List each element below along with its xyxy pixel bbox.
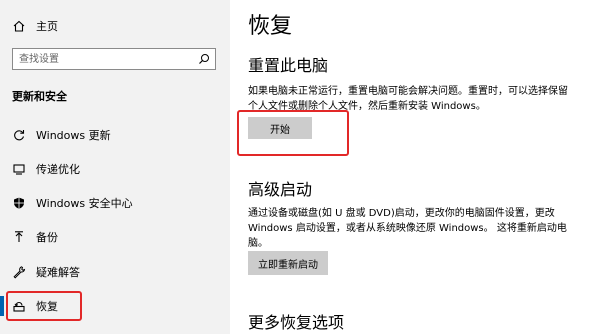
more-recovery-heading: 更多恢复选项 <box>248 313 345 332</box>
restart-now-button[interactable]: 立即重新启动 <box>248 251 328 275</box>
sidebar-item-windows-update[interactable]: Windows 更新 <box>0 121 230 149</box>
reset-desc-line1: 如果电脑未正常运行，重置电脑可能会解决问题。重置时，可以选择保留 <box>248 86 568 97</box>
sidebar-item-label: 疑难解答 <box>36 266 80 279</box>
delivery-optimization-icon <box>12 162 26 176</box>
backup-arrow-icon <box>12 230 26 244</box>
sidebar-item-label: 备份 <box>36 231 58 244</box>
highlight-box-recovery <box>6 291 82 321</box>
sidebar-item-delivery-optimization[interactable]: 传递优化 <box>0 155 230 183</box>
section-heading: 更新和安全 <box>12 90 67 103</box>
search-input[interactable] <box>13 50 195 68</box>
sidebar-item-backup[interactable]: 备份 <box>0 223 230 251</box>
advanced-desc-line3: 脑。 <box>248 238 268 249</box>
search-box[interactable] <box>12 48 216 70</box>
advanced-desc-line2: Windows 启动设置，或者从系统映像还原 Windows。 这将重新启动电 <box>248 223 567 234</box>
highlight-box-start <box>237 110 349 156</box>
sidebar-item-label: 传递优化 <box>36 163 80 176</box>
advanced-description: 通过设备或磁盘(如 U 盘或 DVD)启动，更改你的电脑固件设置，更改 Wind… <box>248 206 583 251</box>
wrench-icon <box>12 265 26 279</box>
shield-icon <box>12 196 26 210</box>
page-title: 恢复 <box>248 14 293 39</box>
nav-home-label: 主页 <box>36 20 58 33</box>
sidebar-item-windows-security[interactable]: Windows 安全中心 <box>0 189 230 217</box>
main-panel: 恢复 重置此电脑 如果电脑未正常运行，重置电脑可能会解决问题。重置时，可以选择保… <box>230 0 600 334</box>
nav-home[interactable]: 主页 <box>12 16 58 36</box>
active-indicator <box>0 296 4 316</box>
advanced-desc-line1: 通过设备或磁盘(如 U 盘或 DVD)启动，更改你的电脑固件设置，更改 <box>248 208 555 219</box>
search-icon[interactable] <box>195 50 213 68</box>
advanced-startup-heading: 高级启动 <box>248 180 313 199</box>
settings-window: 主页 更新和安全 Windows 更新 传递优化 Windows 安 <box>0 0 600 334</box>
reset-heading: 重置此电脑 <box>248 56 329 75</box>
sidebar-item-label: Windows 更新 <box>36 129 111 142</box>
sidebar: 主页 更新和安全 Windows 更新 传递优化 Windows 安 <box>0 0 230 334</box>
refresh-icon <box>12 128 26 142</box>
home-icon <box>12 19 26 33</box>
sidebar-item-troubleshoot[interactable]: 疑难解答 <box>0 258 230 286</box>
sidebar-item-label: Windows 安全中心 <box>36 197 133 210</box>
